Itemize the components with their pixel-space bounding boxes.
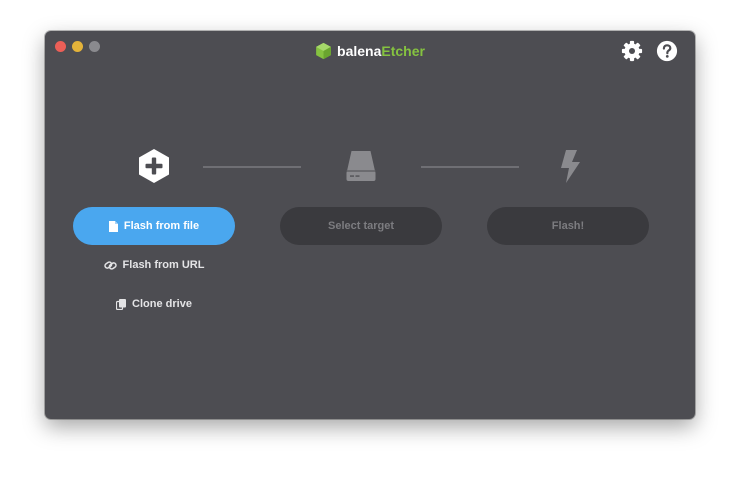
step-connector-1 [203, 166, 301, 168]
help-icon [656, 40, 678, 62]
flash-from-file-button[interactable]: Flash from file [73, 207, 235, 245]
source-step-icon [137, 148, 171, 184]
flash-from-url-button[interactable]: Flash from URL [73, 259, 235, 271]
balena-cube-icon [316, 42, 331, 60]
flash-from-url-label: Flash from URL [122, 259, 205, 271]
drive-icon [346, 151, 376, 181]
flash-button[interactable]: Flash! [487, 207, 649, 245]
copy-icon [116, 298, 127, 310]
file-icon [108, 220, 118, 232]
app-brand: balenaEtcher [45, 42, 695, 60]
link-icon [103, 260, 117, 270]
select-target-button[interactable]: Select target [280, 207, 442, 245]
flash-step-icon [553, 148, 587, 184]
app-title: balenaEtcher [337, 43, 425, 59]
flash-from-file-label: Flash from file [123, 220, 200, 232]
brand-part-etcher: Etcher [381, 43, 425, 59]
brand-part-balena: balena [337, 43, 382, 59]
select-target-label: Select target [327, 220, 395, 232]
flash-label: Flash! [551, 220, 585, 232]
lightning-icon [561, 150, 580, 183]
settings-button[interactable] [621, 40, 643, 62]
step-connector-2 [421, 166, 519, 168]
target-step-icon [344, 148, 378, 184]
plus-hexagon-icon [139, 149, 169, 183]
clone-drive-label: Clone drive [132, 298, 192, 310]
clone-drive-button[interactable]: Clone drive [73, 298, 235, 310]
help-button[interactable] [656, 40, 678, 62]
etcher-window: balenaEtcher Flash from file Flash from … [45, 31, 695, 419]
gear-icon [621, 40, 643, 62]
